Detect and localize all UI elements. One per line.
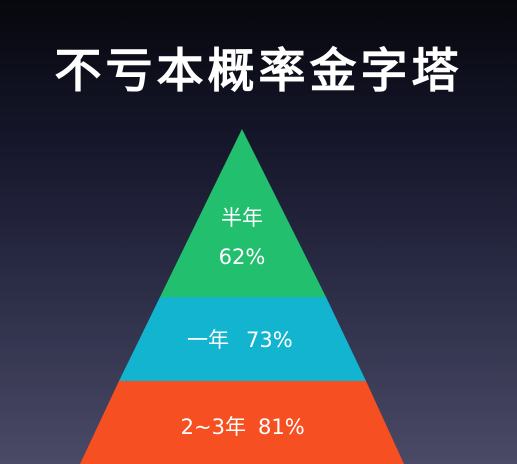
tier-top-period: 半年 xyxy=(221,206,263,230)
slide: 不亏本概率金字塔 半年 62% 一年 73% 2~3年 81% xyxy=(0,0,517,464)
tier-top-probability: 62% xyxy=(219,245,266,269)
pyramid-tier-middle xyxy=(119,297,366,381)
tier-middle-period: 一年 xyxy=(187,328,229,352)
probability-pyramid: 半年 62% 一年 73% 2~3年 81% xyxy=(80,129,404,464)
tier-middle-probability: 73% xyxy=(246,328,293,352)
tier-bottom-probability: 81% xyxy=(258,415,305,439)
tier-bottom-period: 2~3年 xyxy=(181,415,246,439)
